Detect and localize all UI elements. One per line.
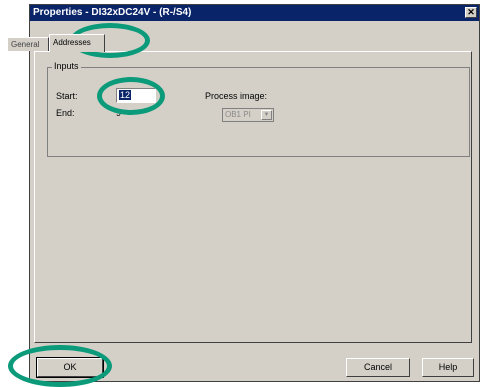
tab-addresses[interactable]: Addresses xyxy=(49,34,105,52)
cancel-button[interactable]: Cancel xyxy=(346,358,410,377)
start-address-input[interactable]: 12 xyxy=(116,88,156,103)
end-value: 9 xyxy=(116,108,122,118)
process-image-value: OB1 PI xyxy=(225,110,251,119)
start-label: Start: xyxy=(56,91,78,101)
title-bar: Properties - DI32xDC24V - (R-/S4) ✕ xyxy=(30,5,479,21)
tab-general[interactable]: General xyxy=(7,37,49,51)
ok-button[interactable]: OK xyxy=(36,357,104,378)
dialog-title: Properties - DI32xDC24V - (R-/S4) xyxy=(33,7,192,18)
help-button[interactable]: Help xyxy=(422,358,474,377)
chevron-down-icon: ▼ xyxy=(261,110,272,120)
process-image-label: Process image: xyxy=(205,91,268,101)
inputs-group-label: Inputs xyxy=(52,61,81,71)
end-label: End: xyxy=(56,108,75,118)
process-image-select: OB1 PI ▼ xyxy=(222,108,274,122)
start-value: 12 xyxy=(119,90,132,100)
close-icon[interactable]: ✕ xyxy=(465,7,477,18)
